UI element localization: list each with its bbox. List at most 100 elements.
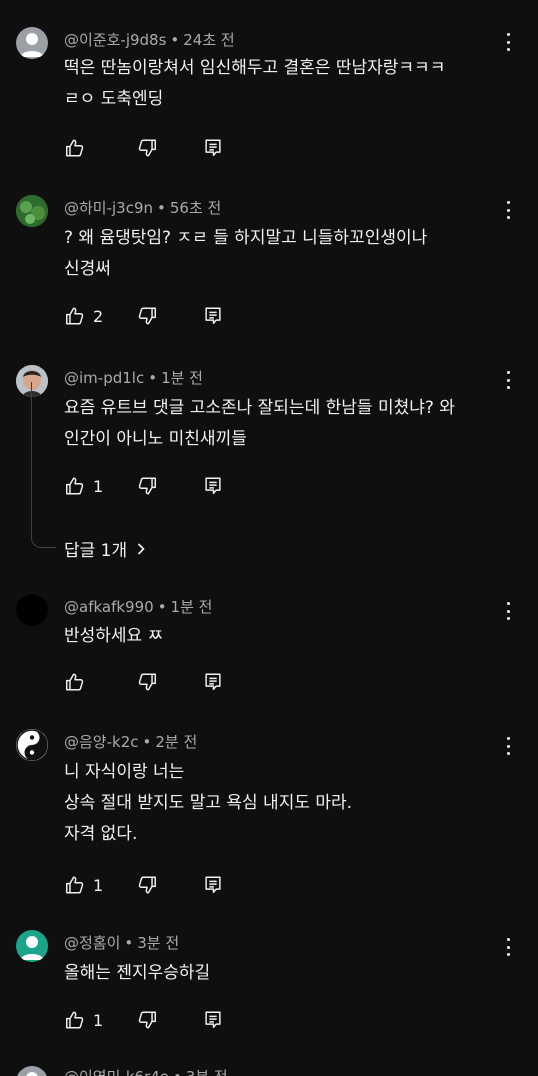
dislike-button[interactable]: [136, 1008, 158, 1032]
dislike-icon: [136, 475, 158, 497]
like-count: 2: [93, 306, 104, 326]
comment-text-line: 반성하세요 ㅉ: [64, 626, 164, 646]
avatar[interactable]: [16, 27, 48, 59]
comment-author[interactable]: @이영민-k6r4o: [64, 1068, 169, 1076]
person-icon: [20, 33, 44, 57]
comment-meta: @이준호-j9d8s • 24초 전: [64, 29, 235, 50]
reply-icon: [202, 475, 224, 497]
comment-item: @음양-k2c • 2분 전 니 자식이랑 너는 상속 절대 받지도 말고 욕심 내…: [0, 710, 538, 915]
comment-item: @afkafk990 • 1분 전 반성하세요 ㅉ: [0, 580, 538, 710]
reply-button[interactable]: [202, 474, 224, 498]
comment-meta: @이영민-k6r4o • 3분 전: [64, 1066, 228, 1076]
comment-text-line: 자격 없다.: [64, 824, 138, 844]
reply-icon: [202, 305, 224, 327]
comment-time: 56초 전: [169, 199, 222, 217]
separator: •: [157, 199, 166, 217]
comment-item: @정홈이 • 3분 전 올해는 젠지우승하길 1: [0, 915, 538, 1050]
comment-text-line: 떡은 딴놈이랑쳐서 임신해두고 결혼은 딴남자랑ㅋㅋㅋ: [64, 58, 446, 78]
avatar[interactable]: [16, 729, 48, 761]
avatar[interactable]: [16, 594, 48, 626]
comment-text-line: ㄹㅇ 도축엔딩: [64, 89, 164, 109]
comment-item: @이준호-j9d8s • 24초 전 떡은 딴놈이랑쳐서 임신해두고 결혼은 딴남자…: [0, 0, 538, 170]
replies-count-label: 답글 1개: [64, 541, 128, 561]
like-button[interactable]: 1: [64, 474, 103, 498]
comment-meta: @하미-j3c9n • 56초 전: [64, 197, 221, 218]
comment-time: 3분 전: [137, 934, 180, 952]
more-vert-icon[interactable]: [500, 600, 516, 622]
comment-text-line: 상속 절대 받지도 말고 욕심 내지도 마라.: [64, 793, 353, 813]
comment-text-line: 인간이 아니노 미친새끼들: [64, 429, 247, 449]
reply-button[interactable]: [202, 670, 224, 694]
comment-text-line: 올해는 젠지우승하길: [64, 963, 211, 983]
dislike-icon: [136, 1009, 158, 1031]
separator: •: [124, 934, 134, 952]
more-vert-icon[interactable]: [500, 199, 516, 221]
dislike-icon: [136, 137, 158, 159]
separator: •: [170, 31, 180, 49]
comment-meta: @정홈이 • 3분 전: [64, 932, 179, 953]
comment-meta: @im-pd1lc • 1분 전: [64, 367, 203, 388]
reply-icon: [202, 1009, 224, 1031]
view-replies-button[interactable]: 답글 1개: [64, 536, 149, 561]
like-button[interactable]: 1: [64, 873, 103, 897]
like-count: 1: [93, 875, 104, 895]
comment-text-line: ? 왜 윰댕탓임? ㅈㄹ 들 하지말고 니들하꼬인생이나: [64, 228, 428, 248]
more-vert-icon[interactable]: [500, 936, 516, 958]
like-button[interactable]: 2: [64, 304, 103, 328]
like-icon: [64, 671, 86, 693]
more-vert-icon[interactable]: [500, 369, 516, 391]
dislike-button[interactable]: [136, 304, 158, 328]
like-icon: [64, 874, 86, 896]
more-vert-icon[interactable]: [500, 31, 516, 53]
like-icon: [64, 137, 86, 159]
like-icon: [64, 1009, 86, 1031]
like-count: 1: [93, 1010, 104, 1030]
comment-meta: @afkafk990 • 1분 전: [64, 596, 212, 617]
like-button[interactable]: 1: [64, 1008, 103, 1032]
dislike-button[interactable]: [136, 670, 158, 694]
like-count: 1: [93, 476, 104, 496]
like-button[interactable]: [64, 670, 93, 694]
avatar[interactable]: [16, 930, 48, 962]
comment-text-line: 신경써: [64, 259, 111, 279]
separator: •: [142, 733, 152, 751]
reply-icon: [202, 671, 224, 693]
comment-text: 떡은 딴놈이랑쳐서 임신해두고 결혼은 딴남자랑ㅋㅋㅋ ㄹㅇ 도축엔딩: [64, 53, 498, 115]
avatar-image: [16, 195, 48, 227]
comment-item: @im-pd1lc • 1분 전 요즘 유트브 댓글 고소존나 잘되는데 한남들 미…: [0, 340, 538, 580]
comment-author[interactable]: @afkafk990: [64, 598, 154, 616]
comment-text: 요즘 유트브 댓글 고소존나 잘되는데 한남들 미쳤냐? 와 인간이 아니노 미…: [64, 393, 498, 455]
comment-author[interactable]: @im-pd1lc: [64, 369, 144, 387]
dislike-button[interactable]: [136, 136, 158, 160]
more-vert-icon[interactable]: [500, 735, 516, 757]
comment-text: ? 왜 윰댕탓임? ㅈㄹ 들 하지말고 니들하꼬인생이나 신경써: [64, 223, 498, 285]
comment-author[interactable]: @정홈이: [64, 934, 120, 952]
comment-time: 1분 전: [170, 598, 213, 616]
comment-time: 2분 전: [155, 733, 198, 751]
comment-time: 1분 전: [161, 369, 203, 387]
comment-text: 니 자식이랑 너는 상속 절대 받지도 말고 욕심 내지도 마라. 자격 없다.: [64, 757, 498, 850]
comment-text-line: 요즘 유트브 댓글 고소존나 잘되는데 한남들 미쳤냐? 와: [64, 398, 455, 418]
dislike-icon: [136, 671, 158, 693]
comment-text-line: 니 자식이랑 너는: [64, 762, 185, 782]
dislike-icon: [136, 305, 158, 327]
dislike-button[interactable]: [136, 873, 158, 897]
comment-text: 올해는 젠지우승하길: [64, 958, 498, 989]
dislike-icon: [136, 874, 158, 896]
avatar[interactable]: [16, 195, 48, 227]
comment-author[interactable]: @하미-j3c9n: [64, 199, 153, 217]
reply-button[interactable]: [202, 1008, 224, 1032]
avatar[interactable]: [16, 1066, 48, 1076]
comment-author[interactable]: @이준호-j9d8s: [64, 31, 166, 49]
reply-button[interactable]: [202, 873, 224, 897]
like-icon: [64, 305, 86, 327]
like-icon: [64, 475, 86, 497]
dislike-button[interactable]: [136, 474, 158, 498]
separator: •: [148, 369, 158, 387]
comment-meta: @음양-k2c • 2분 전: [64, 731, 197, 752]
reply-button[interactable]: [202, 136, 224, 160]
like-button[interactable]: [64, 136, 93, 160]
comment-author[interactable]: @음양-k2c: [64, 733, 139, 751]
person-icon: [20, 936, 44, 960]
reply-button[interactable]: [202, 304, 224, 328]
